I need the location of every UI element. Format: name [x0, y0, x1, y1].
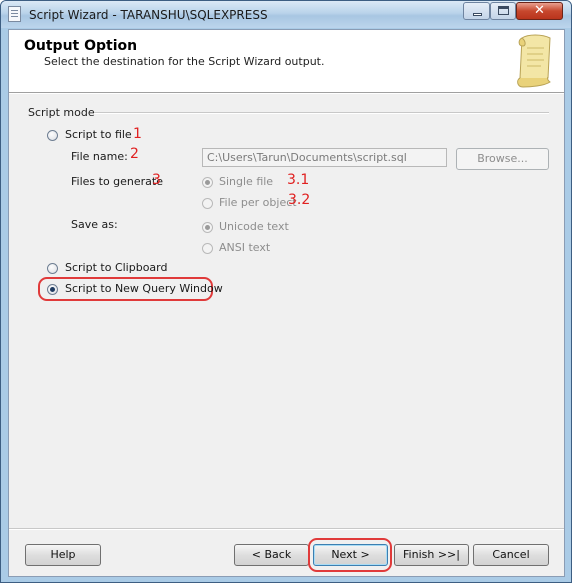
script-mode-label: Script mode [28, 106, 95, 119]
maximize-button[interactable] [490, 2, 516, 20]
unicode-text-label[interactable]: Unicode text [219, 220, 289, 233]
wizard-header: Output Option Select the destination for… [9, 30, 564, 93]
page-title: Output Option [24, 38, 138, 54]
script-to-clipboard-label[interactable]: Script to Clipboard [65, 261, 167, 274]
footer-divider [9, 528, 564, 530]
annotation-1: 1 [133, 126, 142, 142]
ansi-text-label[interactable]: ANSI text [219, 241, 270, 254]
annotation-3: 3 [152, 172, 161, 188]
script-to-clipboard-radio[interactable] [47, 263, 58, 274]
unicode-text-radio[interactable] [202, 222, 213, 233]
browse-button[interactable]: Browse... [456, 148, 549, 170]
ansi-text-radio[interactable] [202, 243, 213, 254]
document-icon [8, 6, 21, 22]
next-button[interactable]: Next > [313, 544, 388, 566]
wizard-content: Output Option Select the destination for… [8, 29, 565, 577]
close-button[interactable]: ✕ [516, 2, 563, 20]
title-bar[interactable]: Script Wizard - TARANSHU\SQLEXPRESS ✕ [1, 1, 571, 28]
scroll-icon [517, 34, 551, 88]
file-name-label: File name: [71, 150, 128, 163]
file-name-input[interactable]: C:\Users\Tarun\Documents\script.sql [202, 148, 447, 167]
window-title: Script Wizard - TARANSHU\SQLEXPRESS [29, 8, 268, 22]
script-to-file-label[interactable]: Script to file [65, 128, 132, 141]
annotation-3-1: 3.1 [287, 172, 310, 188]
annotation-3-2: 3.2 [288, 192, 311, 208]
script-to-file-radio[interactable] [47, 130, 58, 141]
script-to-new-query-window-radio[interactable] [47, 284, 58, 295]
page-subtitle: Select the destination for the Script Wi… [44, 55, 325, 68]
finish-button[interactable]: Finish >>| [394, 544, 469, 566]
back-button[interactable]: < Back [234, 544, 309, 566]
script-wizard-window: Script Wizard - TARANSHU\SQLEXPRESS ✕ Ou… [0, 0, 572, 583]
close-icon: ✕ [534, 3, 545, 18]
single-file-label[interactable]: Single file [219, 175, 273, 188]
group-divider [94, 112, 549, 114]
annotation-2: 2 [130, 146, 139, 162]
script-to-new-query-window-label[interactable]: Script to New Query Window [65, 282, 223, 295]
single-file-radio[interactable] [202, 177, 213, 188]
help-button[interactable]: Help [25, 544, 101, 566]
maximize-icon [498, 6, 509, 15]
file-per-object-radio[interactable] [202, 198, 213, 209]
files-to-generate-label: Files to generate [71, 175, 164, 188]
minimize-button[interactable] [463, 2, 490, 20]
cancel-button[interactable]: Cancel [473, 544, 549, 566]
save-as-label: Save as: [71, 218, 118, 231]
minimize-icon [473, 13, 482, 16]
file-per-object-label[interactable]: File per object [219, 196, 297, 209]
